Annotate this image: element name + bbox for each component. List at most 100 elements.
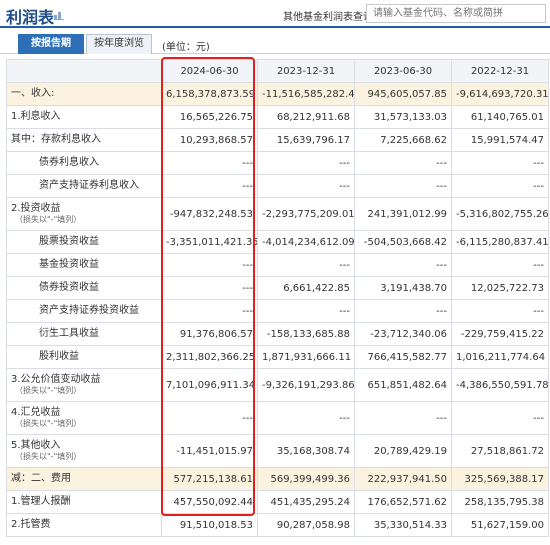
row-label-text: 衍生工具收益 <box>39 328 99 339</box>
row-label-text: 资产支持证券利息收入 <box>39 180 139 191</box>
table-row: 基金投资收益 --- --- --- --- <box>6 253 549 277</box>
table-cell: --- <box>161 299 258 323</box>
table-cell: 6,158,378,873.59 <box>161 82 258 106</box>
row-label-text: 5.其他收入 <box>11 440 61 451</box>
table-cell: --- <box>451 174 549 198</box>
tab-bar: 按报告期 按年度浏览 (单位：元) <box>0 30 550 54</box>
table-cell: --- <box>257 401 355 435</box>
table-cell: 91,376,806.57 <box>161 322 258 346</box>
table-cell: --- <box>257 253 355 277</box>
row-label: 1.管理人报酬 <box>6 490 162 514</box>
table-cell: 12,025,722.73 <box>451 276 549 300</box>
table-cell: 325,569,388.17 <box>451 467 549 491</box>
table-cell: 945,605,057.85 <box>354 82 452 106</box>
table-cell: 258,135,795.38 <box>451 490 549 514</box>
table-cell: --- <box>354 401 452 435</box>
table-cell: --- <box>257 299 355 323</box>
table-cell: --- <box>354 253 452 277</box>
page-title: 利润表 <box>6 8 55 27</box>
row-label-text: 资产支持证券投资收益 <box>39 305 139 316</box>
income-statement-table: 2024-06-30 2023-12-31 2023-06-30 2022-12… <box>6 59 549 537</box>
row-label-text: 减：二、费用 <box>11 473 71 484</box>
table-row: 债券投资收益 --- 6,661,422.85 3,191,438.70 12,025,… <box>6 276 549 300</box>
table-cell: 176,652,571.62 <box>354 490 452 514</box>
table-row: 2.投资收益 （损失以"-"填列） -947,832,248.53 -2,293,77… <box>6 197 549 231</box>
row-label: 一、收入: <box>6 82 162 106</box>
table-row: 1.管理人报酬 457,550,092.44 451,435,295.24 176,6… <box>6 490 549 514</box>
fund-search-input[interactable] <box>366 4 546 23</box>
title-bar: 利润表 其他基金利润表查询： <box>0 0 550 28</box>
table-cell: 61,140,765.01 <box>451 105 549 129</box>
table-cell: 6,661,422.85 <box>257 276 355 300</box>
table-cell: 3,191,438.70 <box>354 276 452 300</box>
row-label: 2.托管费 <box>6 513 162 537</box>
table-cell: -4,386,550,591.78 <box>451 368 549 402</box>
row-label: 5.其他收入 （损失以"-"填列） <box>6 434 162 468</box>
table-row: 资产支持证券利息收入 --- --- --- --- <box>6 174 549 198</box>
column-header: 2023-06-30 <box>354 59 452 83</box>
table-row: 3.公允价值变动收益 （损失以"-"填列） 7,101,096,911.34 -9,3… <box>6 368 549 402</box>
column-header: 2022-12-31 <box>451 59 549 83</box>
table-cell: -4,014,234,612.09 <box>257 230 355 254</box>
row-label: 1.利息收入 <box>6 105 162 129</box>
table-cell: -5,316,802,755.26 <box>451 197 549 231</box>
unit-label: (单位：元) <box>162 42 210 53</box>
table-cell: 7,101,096,911.34 <box>161 368 258 402</box>
table-cell: 31,573,133.03 <box>354 105 452 129</box>
table-cell: -9,614,693,720.31 <box>451 82 549 106</box>
row-label-text: 债券投资收益 <box>39 282 99 293</box>
table-cell: -9,326,191,293.86 <box>257 368 355 402</box>
table-cell: --- <box>451 299 549 323</box>
table-row: 一、收入: 6,158,378,873.59 -11,516,585,282.45 9… <box>6 82 549 106</box>
row-label-text: 一、收入: <box>11 88 55 99</box>
table-cell: -158,133,685.88 <box>257 322 355 346</box>
row-label-text: 基金投资收益 <box>39 259 99 270</box>
row-label-text: 其中：存款利息收入 <box>11 134 101 145</box>
row-label-note: （损失以"-"填列） <box>15 452 82 461</box>
row-label: 股票投资收益 <box>6 230 162 254</box>
table-cell: -6,115,280,837.41 <box>451 230 549 254</box>
table-cell: --- <box>451 151 549 175</box>
row-label-text: 3.公允价值变动收益 <box>11 374 101 385</box>
table-cell: 27,518,861.72 <box>451 434 549 468</box>
table-cell: 68,212,911.68 <box>257 105 355 129</box>
row-label-text: 4.汇兑收益 <box>11 407 61 418</box>
row-label: 衍生工具收益 <box>6 322 162 346</box>
table-cell: --- <box>161 174 258 198</box>
table-row: 债券利息收入 --- --- --- --- <box>6 151 549 175</box>
row-label-note: （损失以"-"填列） <box>15 386 82 395</box>
table-cell: -504,503,668.42 <box>354 230 452 254</box>
table-cell: --- <box>257 174 355 198</box>
table-cell: 1,871,931,666.11 <box>257 345 355 369</box>
row-label: 债券投资收益 <box>6 276 162 300</box>
table-cell: --- <box>354 299 452 323</box>
table-row: 减：二、费用 577,215,138.61 569,399,499.36 222,93… <box>6 467 549 491</box>
column-header: 2023-12-31 <box>257 59 355 83</box>
table-cell: --- <box>161 401 258 435</box>
table-header-row: 2024-06-30 2023-12-31 2023-06-30 2022-12… <box>6 59 549 83</box>
table-cell: -2,293,775,209.01 <box>257 197 355 231</box>
table-cell: 457,550,092.44 <box>161 490 258 514</box>
table-row: 股票投资收益 -3,351,011,421.35 -4,014,234,612.09… <box>6 230 549 254</box>
tab-by-report-period[interactable]: 按报告期 <box>18 34 84 54</box>
table-cell: --- <box>451 253 549 277</box>
table-icon <box>54 10 64 20</box>
table-cell: -947,832,248.53 <box>161 197 258 231</box>
table-cell: --- <box>161 253 258 277</box>
tab-by-year[interactable]: 按年度浏览 <box>86 34 152 54</box>
table-row: 5.其他收入 （损失以"-"填列） -11,451,015.97 35,168,308… <box>6 434 549 468</box>
table-cell: 241,391,012.99 <box>354 197 452 231</box>
table-row: 2.托管费 91,510,018.53 90,287,058.98 35,330,51… <box>6 513 549 537</box>
table-cell: 569,399,499.36 <box>257 467 355 491</box>
row-label-text: 股票投资收益 <box>39 236 99 247</box>
table-cell: -3,351,011,421.35 <box>161 230 258 254</box>
row-label-text: 1.管理人报酬 <box>11 496 71 507</box>
row-label: 2.投资收益 （损失以"-"填列） <box>6 197 162 231</box>
table-cell: -23,712,340.06 <box>354 322 452 346</box>
table-cell: 35,168,308.74 <box>257 434 355 468</box>
table-cell: 51,627,159.00 <box>451 513 549 537</box>
table-cell: 20,789,429.19 <box>354 434 452 468</box>
table-cell: --- <box>354 174 452 198</box>
table-cell: --- <box>257 151 355 175</box>
table-cell: 651,851,482.64 <box>354 368 452 402</box>
